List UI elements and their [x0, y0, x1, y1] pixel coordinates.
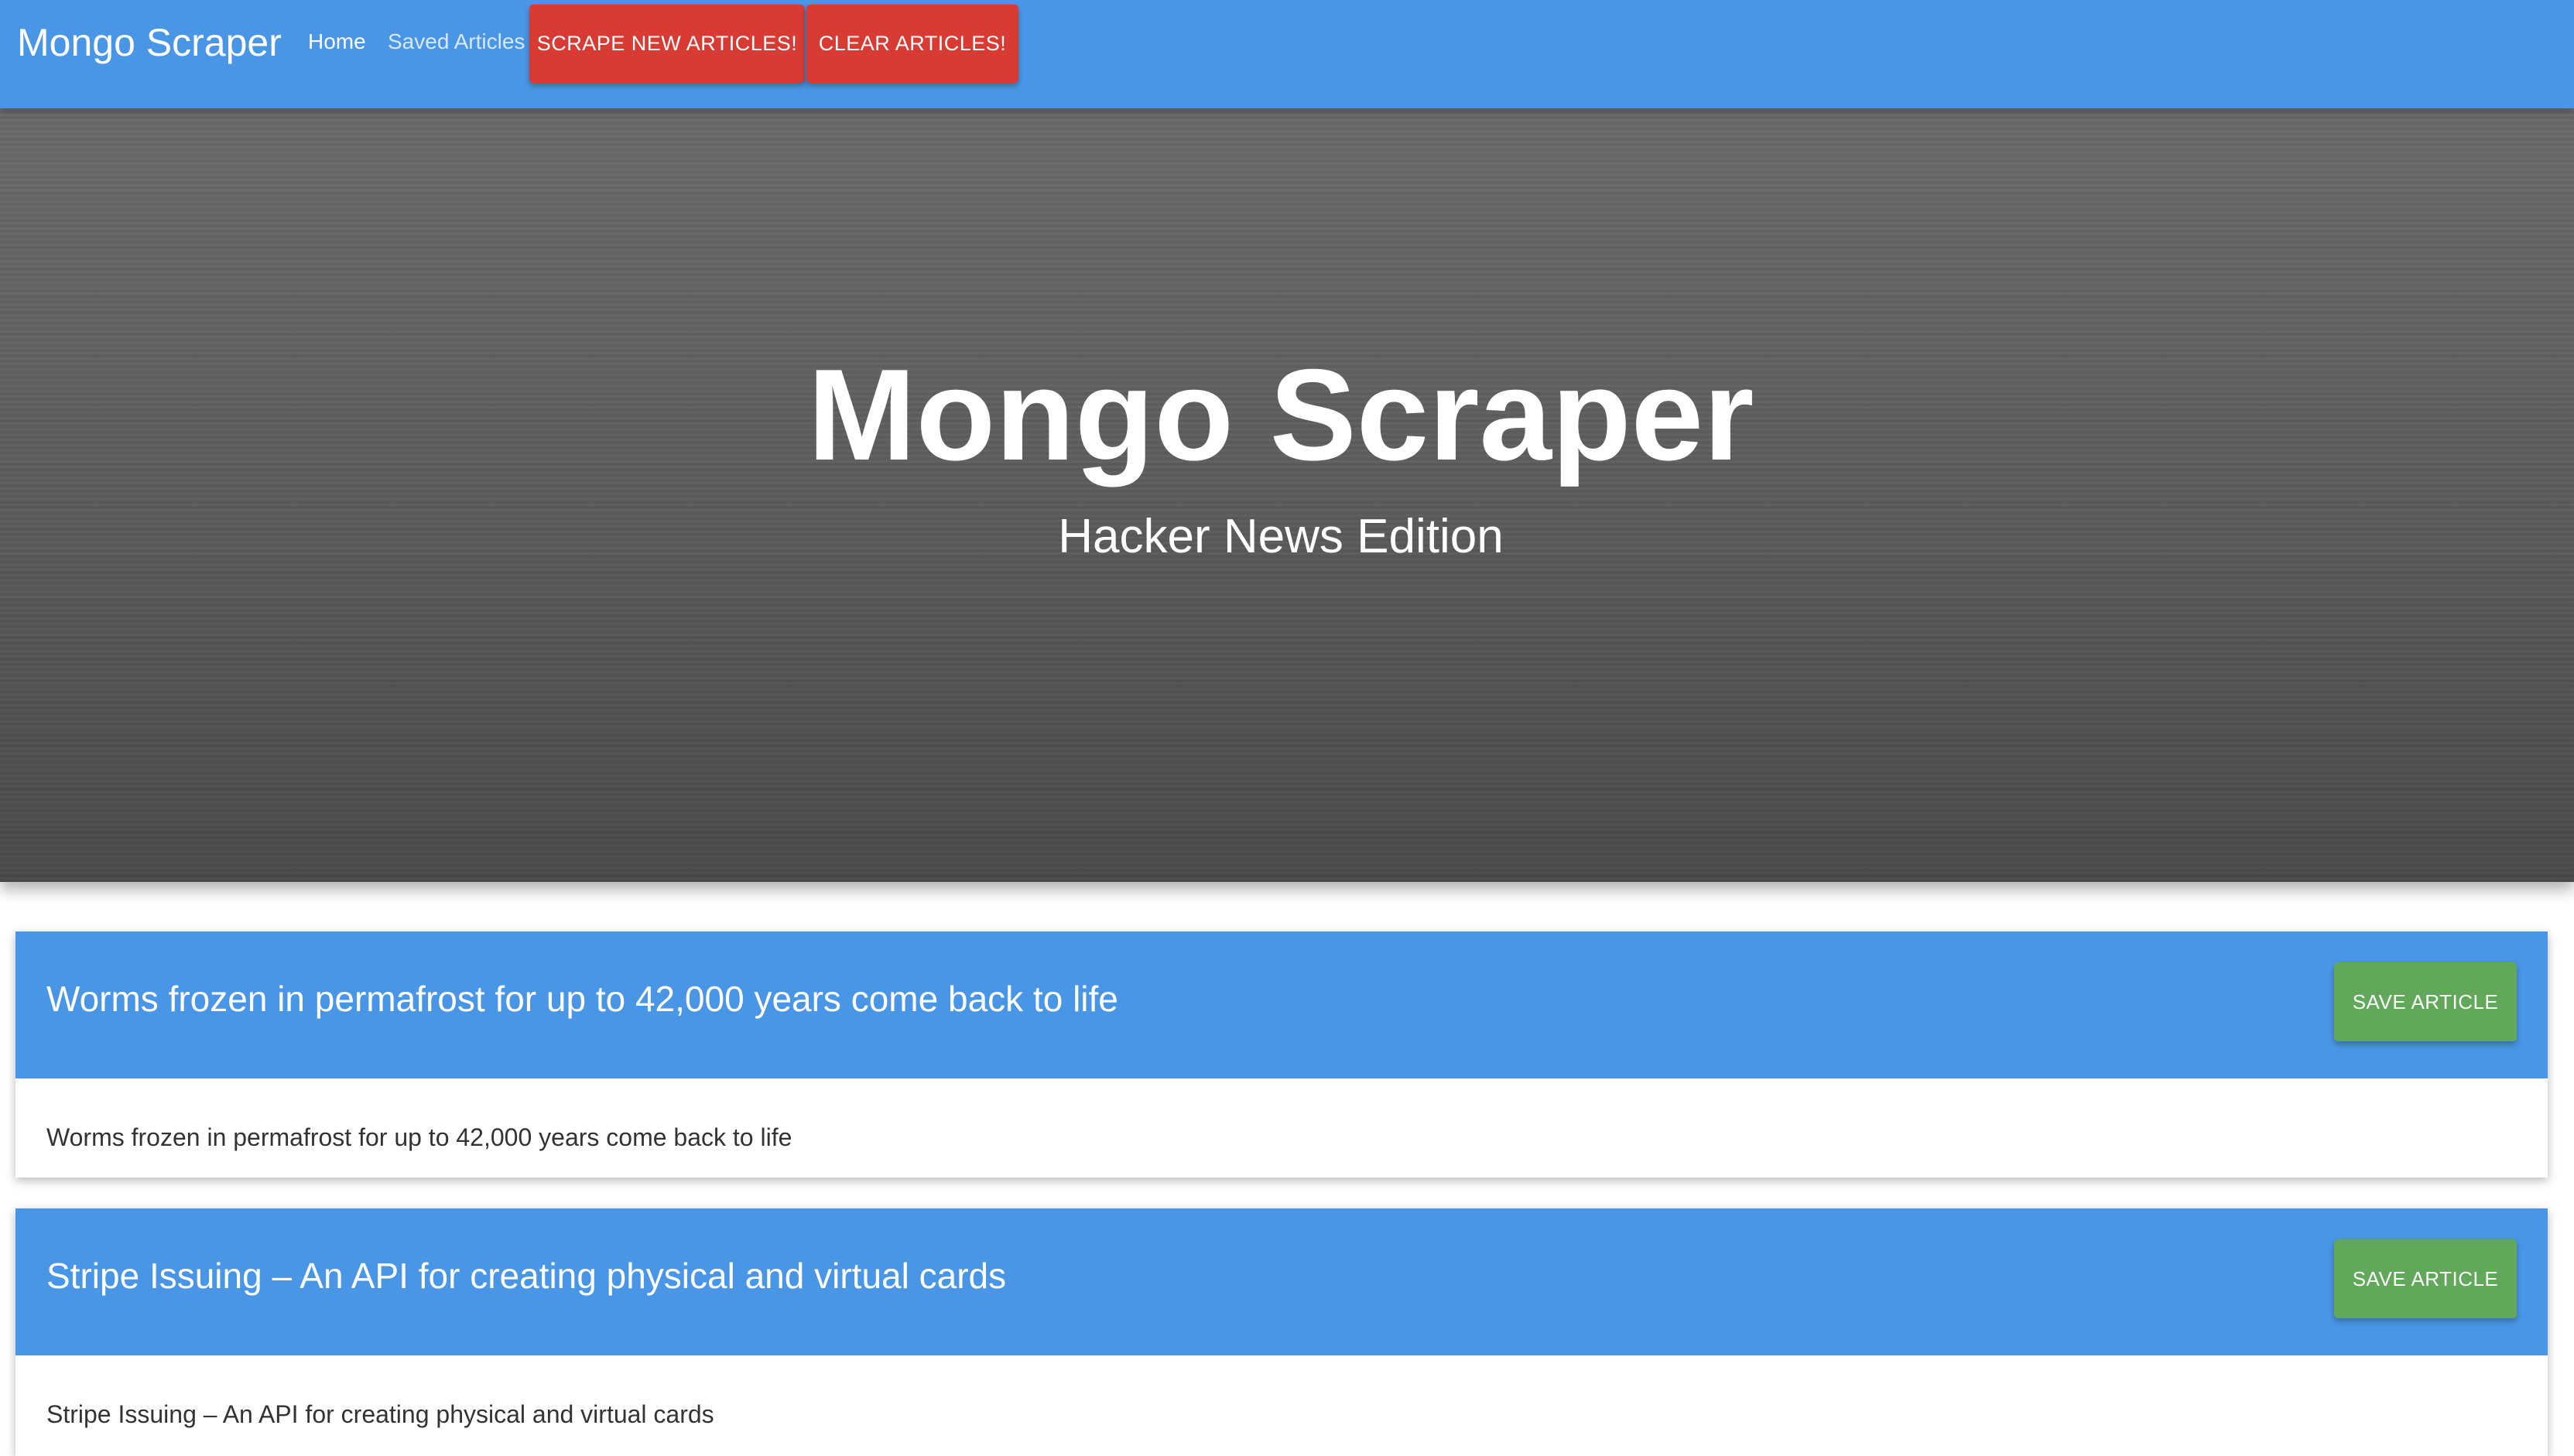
article-summary: Stripe Issuing – An API for creating phy…: [46, 1400, 714, 1428]
nav-link-saved-articles[interactable]: Saved Articles: [388, 29, 525, 54]
save-article-button[interactable]: SAVE ARTICLE: [2334, 962, 2517, 1041]
article-card-header: Worms frozen in permafrost for up to 42,…: [15, 931, 2548, 1078]
article-title[interactable]: Stripe Issuing – An API for creating phy…: [46, 1255, 1006, 1297]
clear-articles-button[interactable]: CLEAR ARTICLES!: [806, 5, 1018, 83]
hero-banner: Mongo Scraper Hacker News Edition: [0, 108, 2574, 882]
save-article-button[interactable]: SAVE ARTICLE: [2334, 1239, 2517, 1318]
article-card: Worms frozen in permafrost for up to 42,…: [15, 931, 2548, 1177]
nav-link-home[interactable]: Home: [308, 29, 366, 54]
hero-subtitle: Hacker News Edition: [1058, 510, 1504, 563]
hero-title: Mongo Scraper: [807, 342, 1754, 487]
article-card-header: Stripe Issuing – An API for creating phy…: [15, 1208, 2548, 1355]
brand-logo[interactable]: Mongo Scraper: [17, 20, 282, 65]
article-summary: Worms frozen in permafrost for up to 42,…: [46, 1123, 792, 1151]
article-card: Stripe Issuing – An API for creating phy…: [15, 1208, 2548, 1456]
scrape-new-articles-button[interactable]: SCRAPE NEW ARTICLES!: [529, 5, 805, 83]
top-navbar: Mongo Scraper Home Saved Articles SCRAPE…: [0, 0, 2574, 108]
article-title[interactable]: Worms frozen in permafrost for up to 42,…: [46, 978, 1118, 1020]
